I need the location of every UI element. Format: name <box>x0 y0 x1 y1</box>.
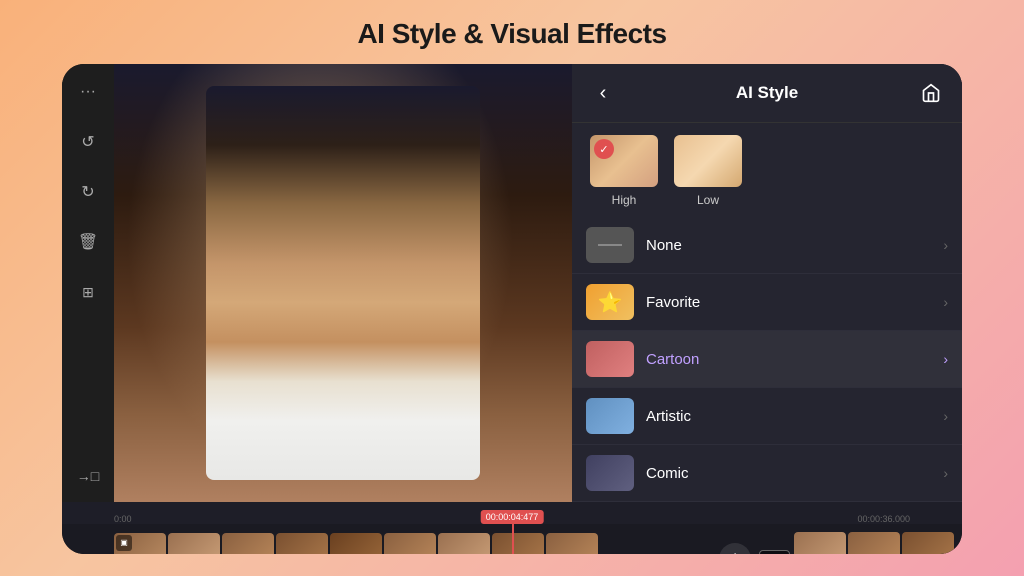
sidebar-export-icon[interactable]: →□ <box>72 460 104 492</box>
timeline-area: 0:00 00:00:04:477 00:00:36.000 ▣ <box>62 502 962 554</box>
speed-badge: 1.0x <box>759 550 790 554</box>
style-name-favorite: Favorite <box>646 294 931 311</box>
clip-3[interactable] <box>222 533 274 554</box>
style-item-artistic[interactable]: Artistic › <box>572 388 962 445</box>
tablet-screen: ··· ↺ ↻ 🗑 ⊞ →□ ‹ <box>62 64 962 554</box>
sidebar-undo-icon[interactable]: ↺ <box>72 126 104 158</box>
clip-2[interactable] <box>168 533 220 554</box>
ruler-start: 0:00 <box>114 514 132 524</box>
style-chevron-none: › <box>943 237 948 253</box>
timeline-tracks: ▣ + 1.0x <box>62 524 962 554</box>
quality-high-label: High <box>612 193 637 207</box>
panel-back-button[interactable]: ‹ <box>588 78 618 108</box>
page-title: AI Style & Visual Effects <box>357 18 666 50</box>
top-area: ··· ↺ ↻ 🗑 ⊞ →□ ‹ <box>62 64 962 502</box>
ruler-end: 00:00:36.000 <box>857 514 910 524</box>
style-item-cartoon[interactable]: Cartoon › <box>572 331 962 388</box>
style-thumb-favorite: ⭐ <box>586 284 634 320</box>
ai-panel: ‹ AI Style ✓ <box>572 64 962 502</box>
clip-extra-3[interactable] <box>902 532 954 554</box>
style-item-favorite[interactable]: ⭐ Favorite › <box>572 274 962 331</box>
add-clip-button[interactable]: + <box>719 543 751 554</box>
playhead-line <box>512 524 514 554</box>
tablet-container: ··· ↺ ↻ 🗑 ⊞ →□ ‹ <box>62 64 962 554</box>
style-chevron-artistic: › <box>943 408 948 424</box>
clip-8[interactable] <box>492 533 544 554</box>
style-thumb-artistic <box>586 398 634 434</box>
style-chevron-comic: › <box>943 465 948 481</box>
sidebar: ··· ↺ ↻ 🗑 ⊞ →□ <box>62 64 114 502</box>
playhead-badge: 00:00:04:477 <box>481 510 544 524</box>
sidebar-layers-icon[interactable]: ⊞ <box>72 276 104 308</box>
style-item-none[interactable]: None › <box>572 217 962 274</box>
panel-title: AI Style <box>736 83 798 103</box>
quality-low[interactable]: Low <box>672 133 744 207</box>
clip-1[interactable]: ▣ <box>114 533 166 554</box>
clip-7[interactable] <box>438 533 490 554</box>
style-thumb-none <box>586 227 634 263</box>
style-list: None › ⭐ Favorite › Cartoon › <box>572 217 962 502</box>
clip-extra-2[interactable] <box>848 532 900 554</box>
style-chevron-favorite: › <box>943 294 948 310</box>
clip-extra-1[interactable] <box>794 532 846 554</box>
quality-low-label: Low <box>697 193 719 207</box>
style-name-artistic: Artistic <box>646 408 931 425</box>
panel-header: ‹ AI Style <box>572 64 962 123</box>
style-name-cartoon: Cartoon <box>646 351 931 368</box>
style-chevron-cartoon: › <box>943 351 948 367</box>
sidebar-menu-icon[interactable]: ··· <box>72 76 104 108</box>
style-thumb-comic <box>586 455 634 491</box>
style-name-comic: Comic <box>646 465 931 482</box>
quality-row: ✓ High Low <box>572 123 962 217</box>
video-track: ▣ + 1.0x <box>114 532 954 554</box>
video-track-clips: ▣ <box>114 533 711 554</box>
sidebar-delete-icon[interactable]: 🗑 <box>72 226 104 258</box>
style-item-comic[interactable]: Comic › <box>572 445 962 502</box>
sidebar-redo-icon[interactable]: ↻ <box>72 176 104 208</box>
video-preview <box>114 64 572 502</box>
clip-6[interactable] <box>384 533 436 554</box>
style-thumb-cartoon <box>586 341 634 377</box>
style-name-none: None <box>646 237 931 254</box>
clip-9[interactable] <box>546 533 598 554</box>
clip-5[interactable] <box>330 533 382 554</box>
panel-shop-button[interactable] <box>916 78 946 108</box>
quality-high[interactable]: ✓ High <box>588 133 660 207</box>
quality-low-thumb <box>672 133 744 189</box>
timeline-ruler: 0:00 00:00:04:477 00:00:36.000 <box>62 502 962 524</box>
clip-4[interactable] <box>276 533 328 554</box>
quality-high-thumb: ✓ <box>588 133 660 189</box>
